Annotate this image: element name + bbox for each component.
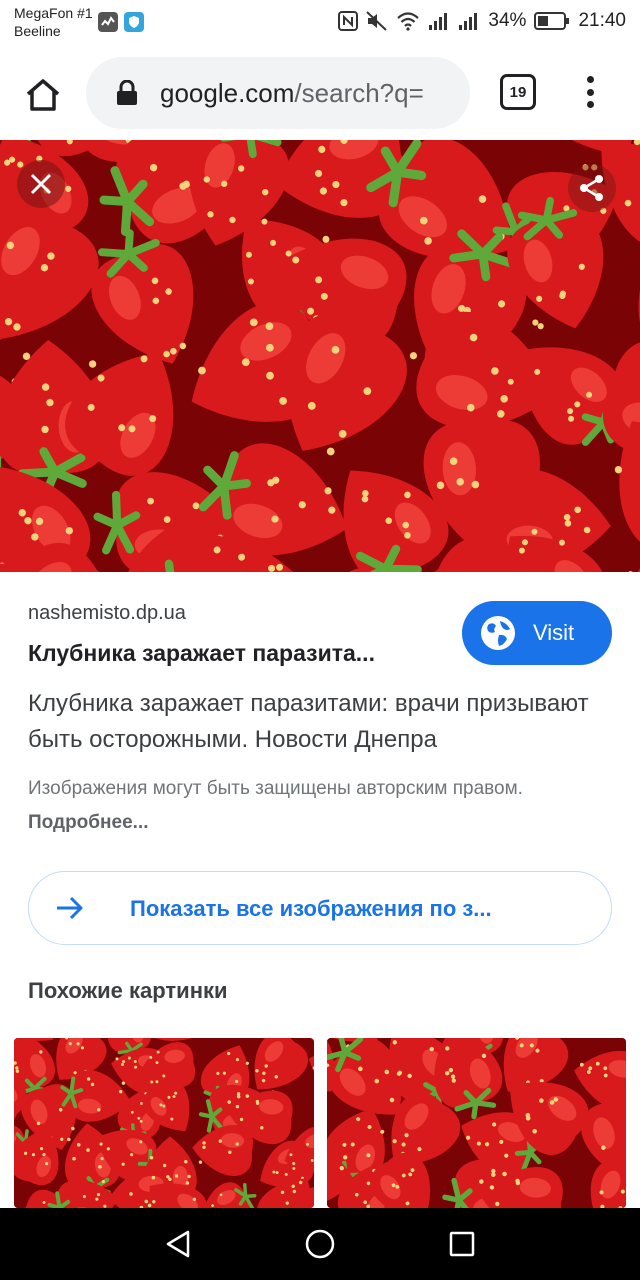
url-text: google.com/search?q= [160,78,424,109]
clock: 21:40 [578,10,626,31]
recents-square-icon [449,1231,475,1257]
status-bar: MegaFon #1 Beeline 34% 21:40 [0,0,640,44]
back-button[interactable] [160,1226,196,1262]
activity-icon [98,12,118,32]
visit-button[interactable]: Visit [462,601,612,665]
carrier-line1: MegaFon #1 [14,5,93,21]
similar-images-heading: Похожие картинки [28,978,228,1003]
share-button[interactable] [568,164,616,212]
battery-icon [534,12,570,30]
status-right: 34% 21:40 [338,10,626,32]
url-path: /search?q= [294,77,424,108]
similar-image-1[interactable] [14,1038,314,1208]
home-nav-button[interactable] [302,1226,338,1262]
home-icon [26,79,60,111]
show-all-images-button[interactable]: Показать все изображения по з... [28,871,612,945]
tabs-button[interactable]: 19 [500,74,536,110]
strawberries-image [0,140,640,572]
signal-icon [429,13,448,30]
notification-icons [98,12,144,32]
share-icon [580,175,603,201]
url-host: google.com [160,77,295,108]
home-button[interactable] [22,74,64,116]
image-description: Клубника заражает паразитами: врачи приз… [28,690,589,753]
url-bar[interactable]: google.com/search?q= [86,57,470,129]
signal-icon [459,13,478,30]
wifi-icon [397,12,420,31]
source-domain[interactable]: nashemisto.dp.ua [28,602,186,625]
learn-more-link[interactable]: Подробнее... [28,812,148,833]
globe-icon [481,616,515,650]
lock-icon [117,80,137,105]
strawberries-thumbnail [14,1038,314,1208]
show-all-label: Показать все изображения по з... [130,896,492,921]
arrow-right-icon [57,896,83,920]
battery-percent: 34% [488,10,527,31]
shield-app-icon [124,12,144,32]
home-circle-icon [305,1229,335,1259]
back-triangle-icon [166,1230,190,1258]
system-nav-bar [0,1208,640,1280]
close-icon [30,173,52,195]
similar-image-2[interactable] [327,1038,626,1208]
copyright-text: Изображения могут быть защищены авторски… [28,778,523,799]
carrier-info: MegaFon #1 Beeline [14,4,93,40]
preview-image [0,140,640,572]
result-title[interactable]: Клубника заражает паразита... [28,640,375,667]
close-button[interactable] [17,160,65,208]
more-vert-icon[interactable] [576,72,604,112]
nfc-icon [338,11,359,31]
browser-toolbar: google.com/search?q= 19 [0,44,640,140]
mute-icon [366,11,388,31]
tab-count: 19 [509,83,527,101]
strawberries-thumbnail [327,1038,626,1208]
carrier-line2: Beeline [14,23,61,39]
recents-button[interactable] [444,1226,480,1262]
copyright-notice: Изображения могут быть защищены авторски… [28,772,588,840]
visit-label: Visit [533,620,575,645]
